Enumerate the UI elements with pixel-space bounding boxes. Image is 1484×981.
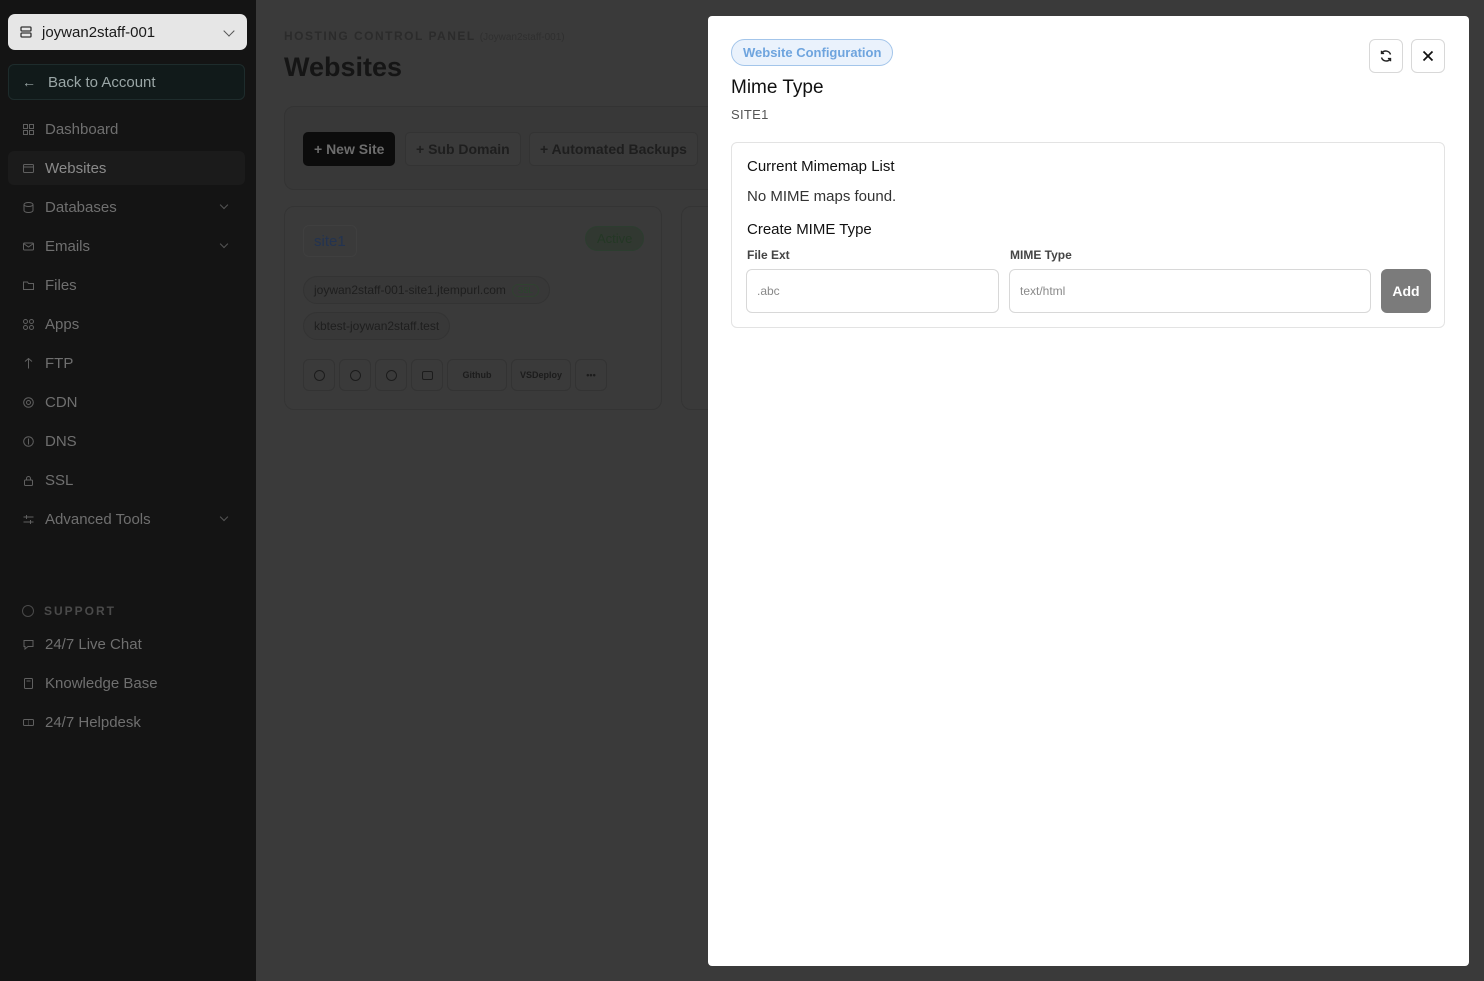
sub-domain-button[interactable]: + Sub Domain xyxy=(405,132,521,166)
transfer-icon xyxy=(22,357,34,369)
sidebar-item-dns[interactable]: DNS xyxy=(8,424,245,458)
globe-icon xyxy=(313,369,325,381)
sidebar-item-ssl[interactable]: SSL xyxy=(8,463,245,497)
file-ext-label: File Ext xyxy=(747,248,790,262)
chat-icon xyxy=(22,638,34,650)
create-mime-heading: Create MIME Type xyxy=(747,221,872,238)
automated-backups-button[interactable]: + Automated Backups xyxy=(529,132,698,166)
domain-chip[interactable]: kbtest-joywan2staff.test xyxy=(303,312,451,340)
domain-name: joywan2staff-001-site1.jtempurl.com xyxy=(314,283,506,297)
support-section-label: SUPPORT xyxy=(22,604,116,618)
empty-state-message: No MIME maps found. xyxy=(747,188,897,205)
sidebar-item-dashboard[interactable]: Dashboard xyxy=(8,112,245,146)
sidebar-item-ftp[interactable]: FTP xyxy=(8,346,245,380)
new-site-button[interactable]: + New Site xyxy=(303,132,396,166)
git-action-button[interactable] xyxy=(375,359,407,391)
vsdeploy-button[interactable]: VSDeploy xyxy=(511,359,571,391)
sidebar-item-label: Knowledge Base xyxy=(45,674,158,692)
chevron-down-icon xyxy=(223,25,235,37)
globe-action-button[interactable] xyxy=(303,359,335,391)
sidebar-item-label: Apps xyxy=(45,315,80,333)
mime-type-label: MIME Type xyxy=(1010,248,1072,262)
sliders-icon xyxy=(22,513,34,525)
sidebar-item-files[interactable]: Files xyxy=(8,268,245,302)
git-branch-icon xyxy=(385,369,397,381)
sidebar-item-label: Files xyxy=(45,276,77,294)
mime-type-modal: Website Configuration Mime Type SITE1 Cu… xyxy=(708,16,1469,966)
ssl-badge: SSL xyxy=(511,283,539,297)
sidebar-item-label: 24/7 Live Chat xyxy=(45,635,142,653)
folder-icon xyxy=(22,279,34,291)
dns-icon xyxy=(22,435,34,447)
sidebar-item-label: FTP xyxy=(45,354,74,372)
book-icon xyxy=(22,677,34,689)
sidebar-item-label: Advanced Tools xyxy=(45,510,151,528)
help-circle-icon xyxy=(22,605,34,617)
folder-action-button[interactable] xyxy=(411,359,443,391)
panel-label: HOSTING CONTROL PANEL (Joywan2staff-001) xyxy=(284,29,565,43)
modal-title: Mime Type xyxy=(731,77,824,98)
domain-name: kbtest-joywan2staff.test xyxy=(314,319,440,333)
sidebar-item-label: Websites xyxy=(45,159,107,177)
ticket-icon xyxy=(22,716,34,728)
modal-category-tag: Website Configuration xyxy=(731,39,894,66)
grid-icon xyxy=(22,123,34,135)
browser-icon xyxy=(22,162,34,174)
modal-subtitle: SITE1 xyxy=(731,107,769,122)
back-to-account-button[interactable]: ← Back to Account xyxy=(8,64,245,100)
more-actions-button[interactable]: ••• xyxy=(575,359,607,391)
add-mime-button[interactable]: Add xyxy=(1381,269,1431,313)
sidebar-item-label: DNS xyxy=(45,432,77,450)
close-button[interactable] xyxy=(1411,39,1445,73)
sidebar-item-label: Emails xyxy=(45,237,91,255)
chevron-down-icon xyxy=(219,239,229,249)
sidebar-item-cdn[interactable]: CDN xyxy=(8,385,245,419)
sidebar-item-databases[interactable]: Databases xyxy=(8,190,245,224)
sidebar-item-emails[interactable]: Emails xyxy=(8,229,245,263)
close-icon xyxy=(1422,50,1434,62)
status-badge: Active xyxy=(585,226,645,251)
account-selector[interactable]: joywan2staff-001 xyxy=(8,14,247,50)
refresh-button[interactable] xyxy=(1369,39,1403,73)
sidebar-item-label: Databases xyxy=(45,198,117,216)
site-name-link[interactable]: site1 xyxy=(303,225,357,257)
sidebar-item-apps[interactable]: Apps xyxy=(8,307,245,341)
mimemap-section: Current Mimemap List No MIME maps found.… xyxy=(731,142,1445,328)
sidebar-item-knowledge-base[interactable]: Knowledge Base xyxy=(8,666,245,700)
panel-label-text: HOSTING CONTROL PANEL xyxy=(284,29,476,43)
security-action-button[interactable] xyxy=(339,359,371,391)
sidebar-item-helpdesk[interactable]: 24/7 Helpdesk xyxy=(8,705,245,739)
chevron-down-icon xyxy=(219,512,229,522)
database-icon xyxy=(22,201,34,213)
sidebar: joywan2staff-001 ← Back to Account Dashb… xyxy=(0,0,256,981)
support-label-text: SUPPORT xyxy=(44,604,117,618)
file-ext-input[interactable] xyxy=(746,269,999,313)
shield-icon xyxy=(349,369,361,381)
apps-icon xyxy=(22,318,34,330)
mimemap-list-heading: Current Mimemap List xyxy=(747,158,895,175)
github-button[interactable]: Github xyxy=(447,359,507,391)
back-to-account-label: Back to Account xyxy=(48,73,156,91)
sidebar-item-live-chat[interactable]: 24/7 Live Chat xyxy=(8,627,245,661)
page-title: Websites xyxy=(284,52,403,82)
domain-chip[interactable]: joywan2staff-001-site1.jtempurl.com SSL xyxy=(303,276,550,304)
sidebar-item-label: SSL xyxy=(45,471,74,489)
chevron-down-icon xyxy=(219,200,229,210)
lock-icon xyxy=(22,474,34,486)
sidebar-item-advanced-tools[interactable]: Advanced Tools xyxy=(8,502,245,536)
server-icon xyxy=(20,26,32,38)
arrow-left-icon: ← xyxy=(22,74,36,90)
mail-icon xyxy=(22,240,34,252)
sidebar-item-websites[interactable]: Websites xyxy=(8,151,245,185)
globe-icon xyxy=(22,396,34,408)
account-name: joywan2staff-001 xyxy=(42,23,156,41)
sidebar-item-label: CDN xyxy=(45,393,78,411)
refresh-icon xyxy=(1380,50,1392,62)
mime-type-input[interactable] xyxy=(1009,269,1371,313)
panel-account-sub: (Joywan2staff-001) xyxy=(479,32,565,43)
folder-icon xyxy=(421,370,433,380)
sidebar-item-label: Dashboard xyxy=(45,120,119,138)
sidebar-item-label: 24/7 Helpdesk xyxy=(45,713,141,731)
